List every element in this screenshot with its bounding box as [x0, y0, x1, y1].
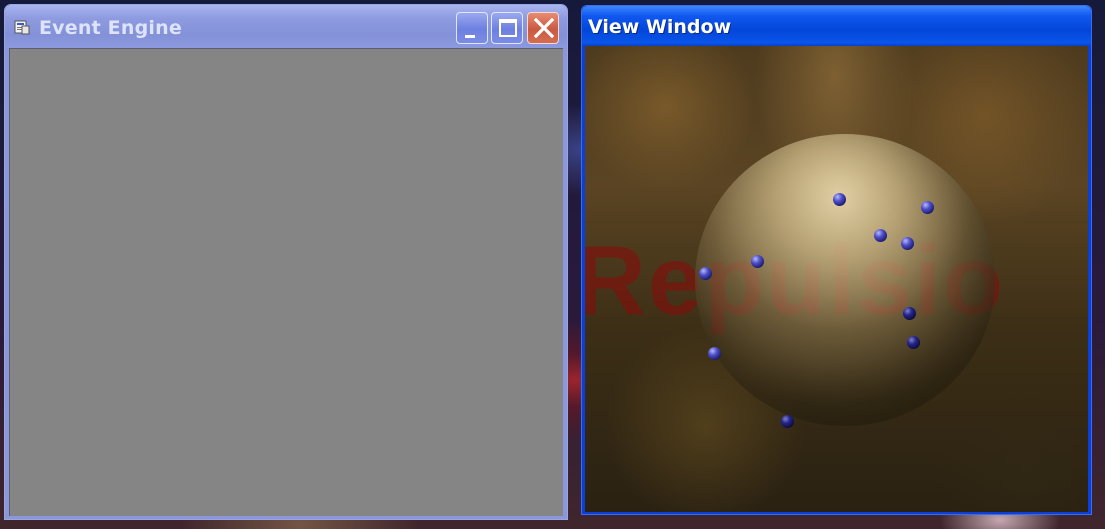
view-window[interactable]: View Window Repulsio: [581, 5, 1092, 515]
particle: [901, 237, 914, 250]
minimize-button[interactable]: [456, 12, 488, 44]
particle: [907, 336, 920, 349]
particle: [751, 255, 764, 268]
event-engine-client-area[interactable]: [9, 48, 563, 516]
close-icon: [533, 17, 555, 39]
event-engine-window[interactable]: Event Engine: [4, 4, 568, 520]
render-viewport[interactable]: Repulsio: [585, 46, 1088, 512]
sphere: [695, 134, 995, 426]
particle: [833, 193, 846, 206]
maximize-icon: [499, 19, 517, 37]
event-engine-titlebar[interactable]: Event Engine: [5, 5, 567, 48]
particle: [874, 229, 887, 242]
particle: [781, 415, 794, 428]
window-title: View Window: [588, 16, 732, 38]
app-icon: [14, 20, 30, 35]
close-button[interactable]: [527, 12, 559, 44]
particle: [903, 307, 916, 320]
particle: [699, 267, 712, 280]
minimize-icon: [465, 35, 475, 38]
maximize-button[interactable]: [491, 12, 523, 44]
scene: Repulsio: [585, 46, 1088, 512]
particle: [921, 201, 934, 214]
view-window-titlebar[interactable]: View Window: [582, 6, 1091, 46]
window-title: Event Engine: [39, 17, 182, 39]
particle: [708, 347, 721, 360]
